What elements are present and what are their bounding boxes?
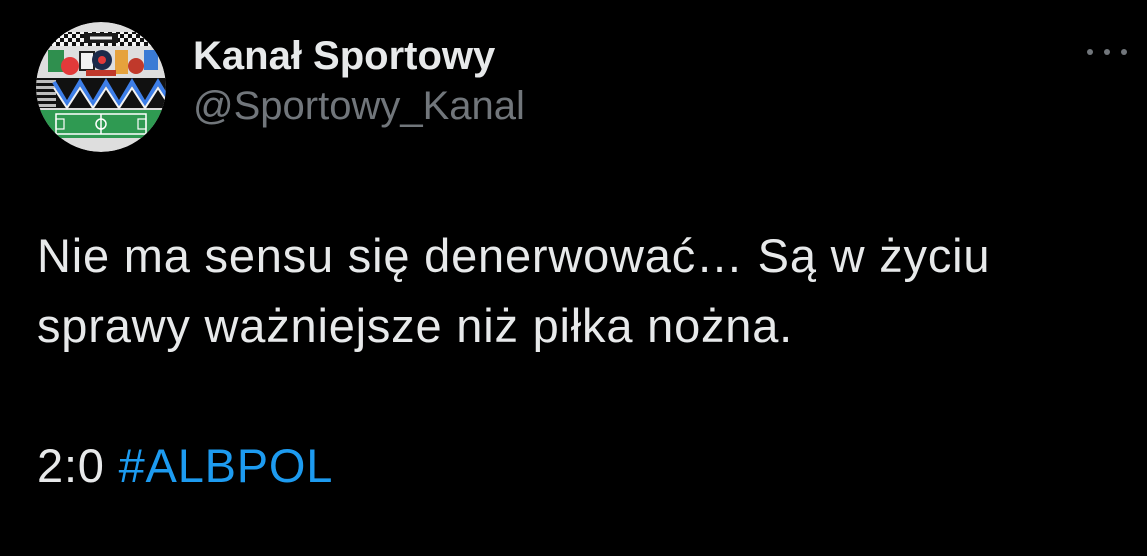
more-dot (1121, 49, 1127, 55)
author-display-name[interactable]: Kanał Sportowy (193, 32, 495, 80)
more-icon[interactable] (1085, 40, 1129, 64)
more-dot (1087, 49, 1093, 55)
tweet-text: Nie ma sensu się denerwować… Są w życiu … (37, 229, 991, 352)
avatar[interactable] (36, 22, 166, 152)
more-dot (1104, 49, 1110, 55)
tweet-body: Nie ma sensu się denerwować… Są w życiu … (37, 221, 1077, 501)
hashtag-link[interactable]: #ALBPOL (119, 439, 334, 492)
match-score: 2:0 (37, 439, 105, 492)
tweet-score-line: 2:0 #ALBPOL (37, 431, 1077, 501)
avatar-zigzag-band (36, 78, 166, 110)
author-handle[interactable]: @Sportowy_Kanal (193, 82, 525, 130)
kanal-sportowy-logo-icon (36, 22, 166, 152)
tweet-card: Kanał Sportowy @Sportowy_Kanal Nie ma se… (0, 0, 1147, 556)
avatar-pitch (36, 110, 166, 138)
avatar-checker-band (36, 32, 166, 46)
